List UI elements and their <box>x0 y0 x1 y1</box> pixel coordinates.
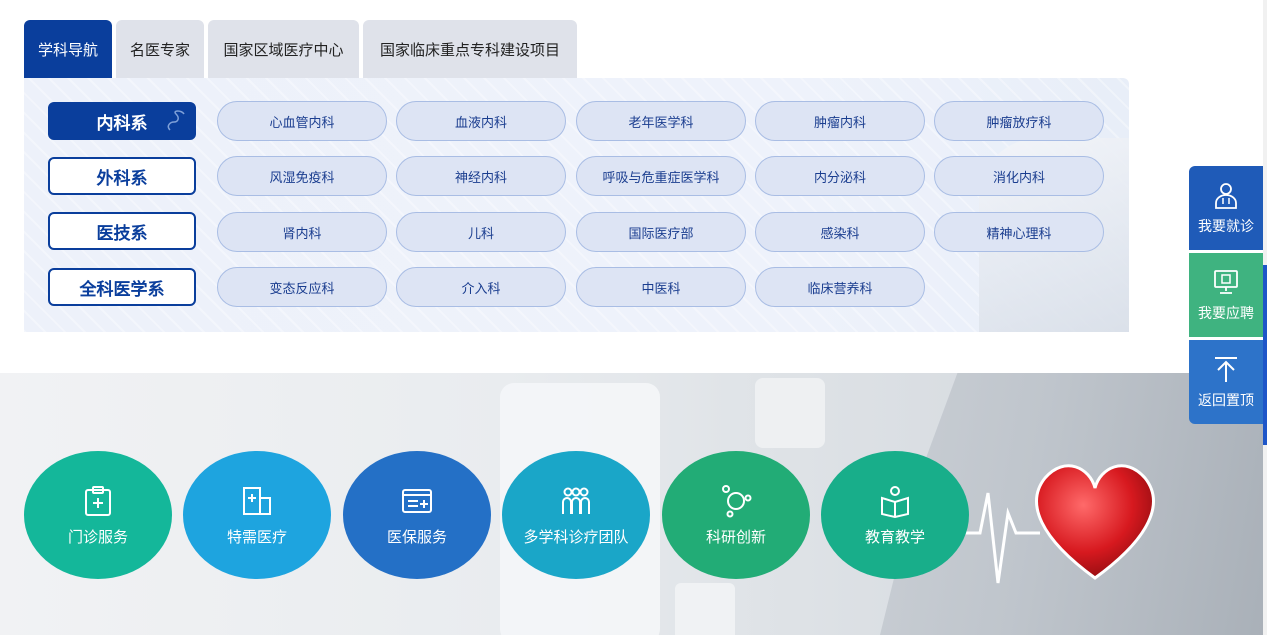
category-label: 内科系 <box>96 113 148 134</box>
tab-subject-nav[interactable]: 学科导航 <box>24 20 112 78</box>
heartbeat-line-icon <box>960 492 1040 584</box>
department-pill[interactable]: 临床营养科 <box>755 267 925 307</box>
service-research[interactable]: 科研创新 <box>662 451 810 579</box>
category-surgery[interactable]: 外科系 <box>48 157 196 195</box>
category-general-practice[interactable]: 全科医学系 <box>48 268 196 306</box>
category-label: 全科医学系 <box>79 279 165 300</box>
department-pill[interactable]: 肿瘤放疗科 <box>934 101 1104 141</box>
monitor-icon <box>1214 270 1238 294</box>
tab-key-specialty[interactable]: 国家临床重点专科建设项目 <box>363 20 577 78</box>
service-label: 医保服务 <box>386 527 447 546</box>
service-education[interactable]: 教育教学 <box>821 451 969 579</box>
service-insurance[interactable]: 医保服务 <box>343 451 491 579</box>
service-label: 多学科诊疗团队 <box>523 527 629 546</box>
service-outpatient[interactable]: 门诊服务 <box>24 451 172 579</box>
category-label: 外科系 <box>96 168 148 189</box>
department-pill[interactable]: 感染科 <box>755 212 925 252</box>
side-label: 我要就诊 <box>1198 219 1254 235</box>
back-to-top-button[interactable]: 返回置顶 <box>1189 340 1263 424</box>
background-cross-tile <box>675 583 735 635</box>
service-label: 教育教学 <box>864 527 925 546</box>
side-label: 返回置顶 <box>1198 393 1254 409</box>
service-mdt[interactable]: 多学科诊疗团队 <box>502 451 650 579</box>
tab-bar: 学科导航 名医专家 国家区域医疗中心 国家临床重点专科建设项目 <box>24 20 577 78</box>
department-panel: 内科系 外科系 医技系 全科医学系 心血管内科 血液内科 老年医学科 肿瘤内科 … <box>24 78 1129 332</box>
book-reader-icon <box>881 485 909 518</box>
service-label: 科研创新 <box>705 527 766 546</box>
insurance-card-icon <box>402 488 432 513</box>
department-pill[interactable]: 心血管内科 <box>217 101 387 141</box>
department-pill[interactable]: 变态反应科 <box>217 267 387 307</box>
tab-regional-center[interactable]: 国家区域医疗中心 <box>208 20 359 78</box>
side-visit-button[interactable]: 我要就诊 <box>1189 166 1263 250</box>
department-pill[interactable]: 精神心理科 <box>934 212 1104 252</box>
department-pill[interactable]: 介入科 <box>396 267 566 307</box>
department-pill[interactable]: 肾内科 <box>217 212 387 252</box>
department-pill[interactable]: 国际医疗部 <box>576 212 746 252</box>
tab-experts[interactable]: 名医专家 <box>116 20 204 78</box>
team-icon <box>562 487 590 514</box>
background-cross-tile <box>755 378 825 448</box>
department-pill[interactable]: 肿瘤内科 <box>755 101 925 141</box>
department-pill[interactable]: 儿科 <box>396 212 566 252</box>
service-label: 门诊服务 <box>67 527 128 546</box>
service-label: 特需医疗 <box>226 527 287 546</box>
side-apply-button[interactable]: 我要应聘 <box>1189 253 1263 337</box>
service-special-care[interactable]: 特需医疗 <box>183 451 331 579</box>
category-internal-medicine[interactable]: 内科系 <box>48 102 196 140</box>
services-banner: 门诊服务 特需医疗 医保服务 多学科诊疗团队 科研创新 教育教学 <box>0 373 1267 635</box>
clipboard-plus-icon <box>85 485 111 516</box>
scrollbar-thumb[interactable] <box>1263 265 1267 445</box>
department-pill[interactable]: 老年医学科 <box>576 101 746 141</box>
hospital-building-icon <box>243 486 271 515</box>
department-pill[interactable]: 中医科 <box>576 267 746 307</box>
molecule-icon <box>722 484 752 517</box>
department-pill[interactable]: 血液内科 <box>396 101 566 141</box>
side-label: 我要应聘 <box>1198 306 1254 322</box>
doctor-icon <box>1215 183 1237 209</box>
organ-outline-icon <box>167 110 185 131</box>
department-pill[interactable]: 神经内科 <box>396 156 566 196</box>
arrow-up-icon <box>1215 357 1237 382</box>
heart-image <box>1035 464 1155 580</box>
department-pill[interactable]: 呼吸与危重症医学科 <box>576 156 746 196</box>
department-pill[interactable]: 内分泌科 <box>755 156 925 196</box>
department-pill[interactable]: 风湿免疫科 <box>217 156 387 196</box>
department-pill[interactable]: 消化内科 <box>934 156 1104 196</box>
category-medical-technology[interactable]: 医技系 <box>48 212 196 250</box>
category-label: 医技系 <box>96 223 148 244</box>
